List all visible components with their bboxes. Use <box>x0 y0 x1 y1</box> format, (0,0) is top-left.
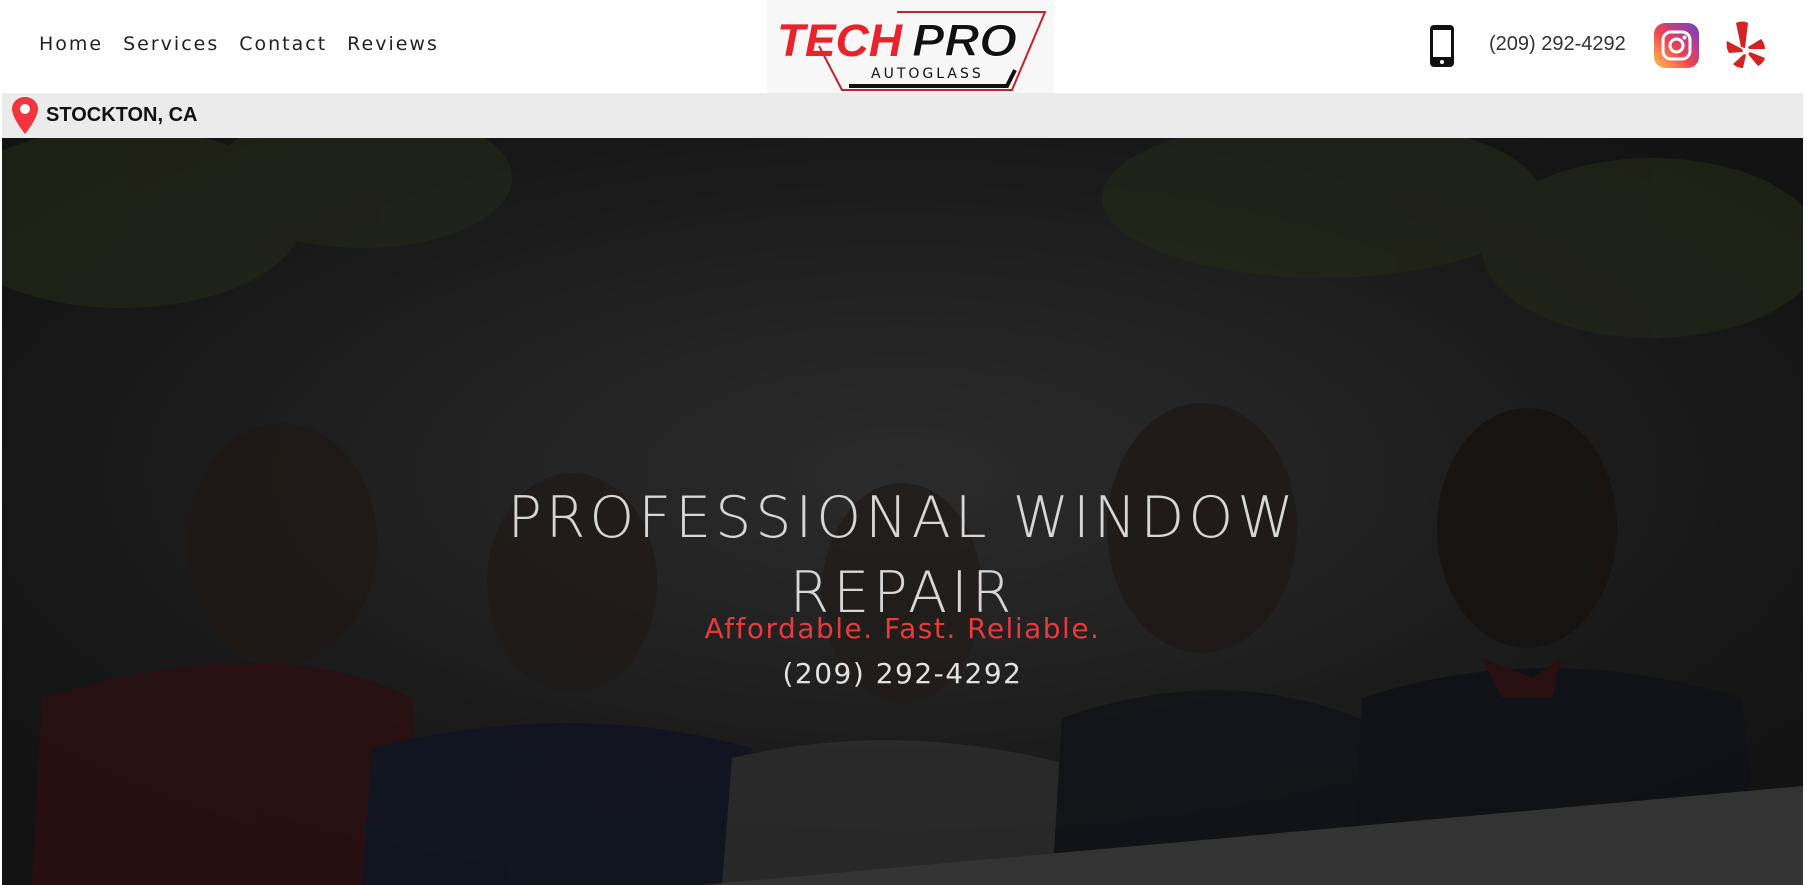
logo-word-tech: TECH <box>777 15 904 66</box>
instagram-icon[interactable] <box>1654 23 1699 68</box>
hero-title: PROFESSIONAL WINDOW REPAIR <box>2 481 1803 631</box>
yelp-icon[interactable] <box>1725 21 1767 69</box>
nav-contact[interactable]: Contact <box>239 33 327 55</box>
hero-section: PROFESSIONAL WINDOW REPAIR Affordable. F… <box>2 138 1803 885</box>
site-header: Home Services Contact Reviews TECH PRO A… <box>0 0 1807 93</box>
hero-tagline: Affordable. Fast. Reliable. <box>704 612 1101 645</box>
hero-phone-number[interactable]: (209) 292-4292 <box>2 657 1803 690</box>
location-pin-icon <box>11 96 39 135</box>
nav-reviews[interactable]: Reviews <box>347 33 439 55</box>
header-phone-number[interactable]: (209) 292-4292 <box>1489 33 1626 56</box>
hero-title-line1: PROFESSIONAL WINDOW <box>507 485 1298 552</box>
logo-word-pro: PRO <box>912 15 1017 66</box>
location-bar: STOCKTON, CA <box>2 93 1803 138</box>
nav-home[interactable]: Home <box>39 33 103 55</box>
tech-pro-logo[interactable]: TECH PRO AUTOGLASS <box>767 0 1054 93</box>
main-nav: Home Services Contact Reviews <box>39 33 439 55</box>
location-city: STOCKTON, CA <box>46 104 198 126</box>
phone-icon[interactable] <box>1427 24 1457 68</box>
logo-autoglass: AUTOGLASS <box>871 66 984 82</box>
nav-services[interactable]: Services <box>123 33 219 55</box>
